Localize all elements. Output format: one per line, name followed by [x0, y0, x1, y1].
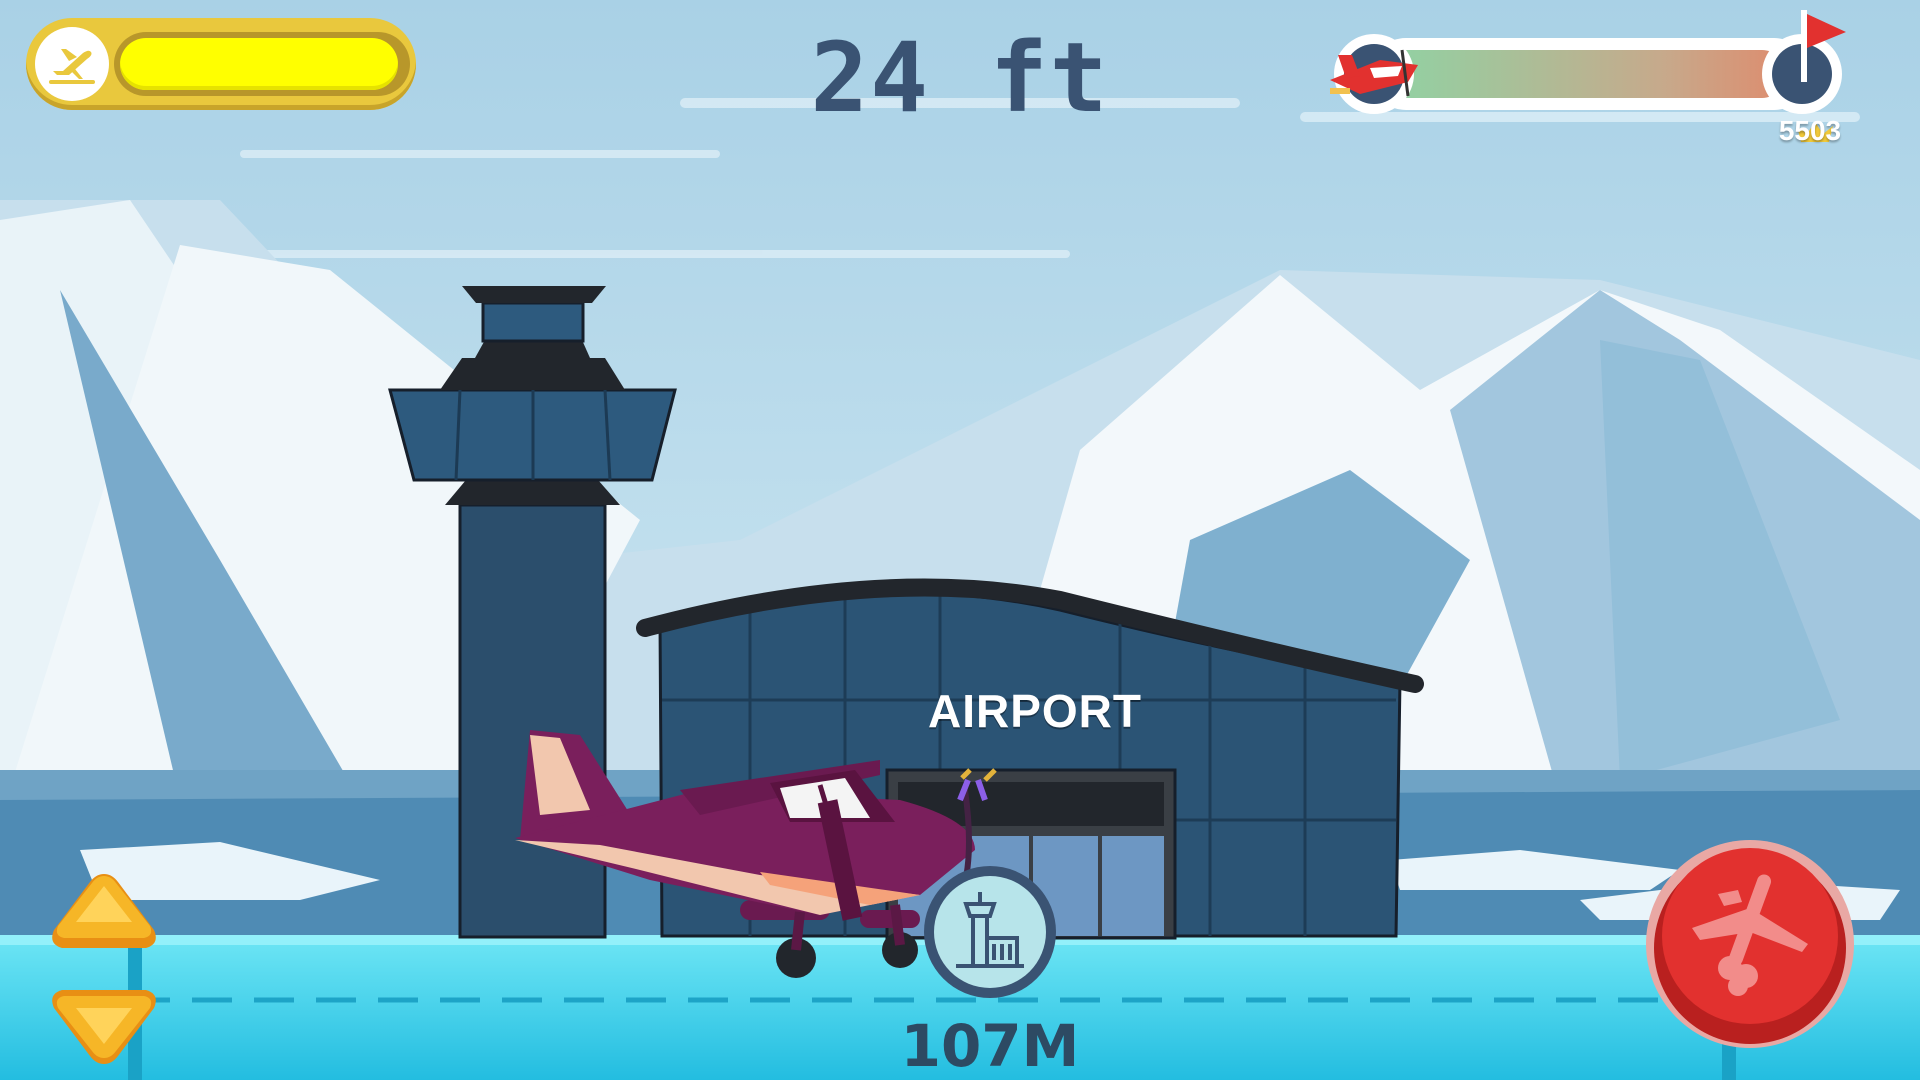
fuel-bar-fill: [120, 38, 398, 90]
fuel-bar-track: [114, 32, 410, 96]
level-progress: 5503: [1290, 10, 1850, 170]
descend-button[interactable]: [46, 978, 162, 1072]
arrow-up-icon: [52, 874, 156, 948]
plane-boost-icon: [1646, 840, 1854, 1048]
climb-button[interactable]: [46, 868, 162, 962]
arrow-down-icon: [52, 990, 156, 1064]
best-score: 5503: [1778, 115, 1842, 146]
boost-button[interactable]: [1642, 836, 1858, 1056]
progress-markers: [1330, 10, 1846, 114]
altitude-readout: 24 ft: [810, 22, 1110, 134]
distance-to-airport: 107M: [900, 1012, 1080, 1080]
plane-takeoff-icon: [35, 27, 109, 101]
fuel-gauge: [26, 18, 416, 110]
airport-label: AIRPORT: [928, 685, 1142, 737]
airport-tower-icon: [924, 866, 1056, 998]
